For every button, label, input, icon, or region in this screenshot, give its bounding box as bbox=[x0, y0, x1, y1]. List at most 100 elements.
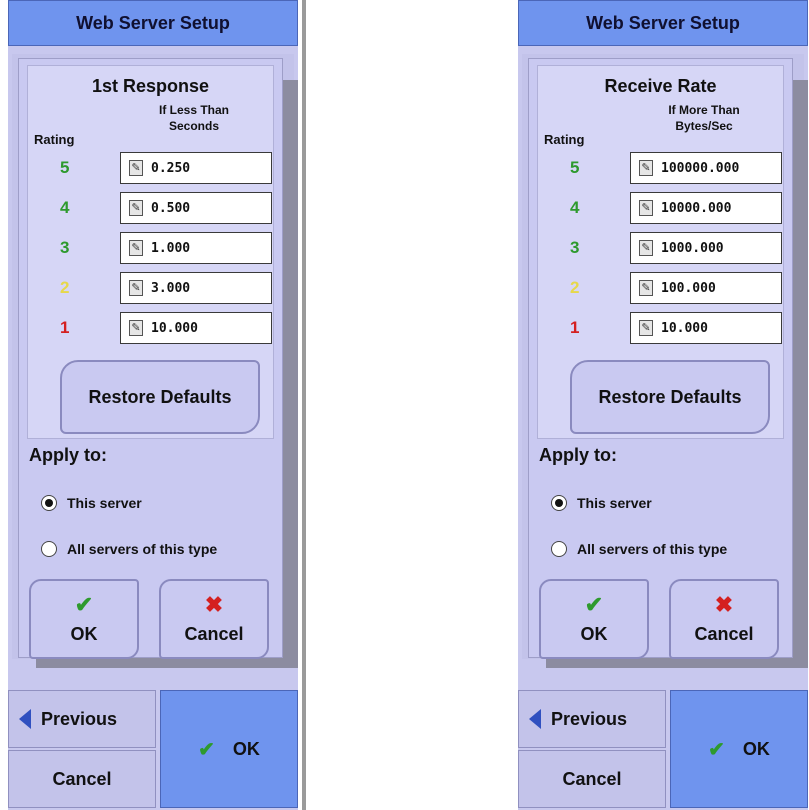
threshold-input[interactable]: ✎ 1.000 bbox=[120, 232, 272, 264]
cancel-label: Cancel bbox=[184, 623, 244, 644]
previous-label: Previous bbox=[41, 708, 118, 729]
radio-button-selected[interactable] bbox=[551, 495, 567, 511]
nav-cancel-button[interactable]: Cancel bbox=[518, 750, 666, 808]
edit-icon[interactable]: ✎ bbox=[639, 160, 653, 176]
restore-defaults-button[interactable]: Restore Defaults bbox=[60, 360, 260, 434]
left-arrow-icon bbox=[529, 709, 541, 729]
column-header: If More Than Bytes/Sec bbox=[624, 102, 784, 134]
edit-icon[interactable]: ✎ bbox=[129, 320, 143, 336]
threshold-value: 3.000 bbox=[151, 280, 191, 296]
edit-icon[interactable]: ✎ bbox=[129, 280, 143, 296]
rating-value: 2 bbox=[570, 278, 580, 297]
threshold-row: 2 ✎ 3.000 bbox=[28, 272, 275, 306]
apply-to-label: Apply to: bbox=[539, 445, 617, 465]
previous-button[interactable]: Previous bbox=[8, 690, 156, 748]
threshold-input[interactable]: ✎ 10.000 bbox=[630, 312, 782, 344]
edit-icon[interactable]: ✎ bbox=[639, 280, 653, 296]
threshold-input[interactable]: ✎ 100000.000 bbox=[630, 152, 782, 184]
checkmark-icon: ✔ bbox=[708, 738, 725, 761]
threshold-row: 3 ✎ 1000.000 bbox=[538, 232, 785, 266]
column-header-line1: If More Than bbox=[668, 103, 740, 117]
threshold-group: Receive Rate If More Than Bytes/Sec Rati… bbox=[537, 65, 784, 439]
x-icon: ✖ bbox=[204, 591, 224, 617]
threshold-row: 4 ✎ 10000.000 bbox=[538, 192, 785, 226]
threshold-row: 1 ✎ 10.000 bbox=[28, 312, 275, 346]
threshold-value: 100.000 bbox=[661, 280, 716, 296]
radio-dot bbox=[45, 499, 53, 507]
column-header-line2: Seconds bbox=[168, 119, 219, 133]
metric-title: 1st Response bbox=[91, 76, 210, 96]
window-title: Web Server Setup bbox=[8, 0, 298, 46]
nav-ok-button[interactable]: ✔ OK bbox=[160, 690, 298, 808]
cancel-button[interactable]: ✖ Cancel bbox=[669, 579, 779, 659]
threshold-group: 1st Response If Less Than Seconds Rating… bbox=[27, 65, 274, 439]
threshold-value: 0.500 bbox=[151, 200, 191, 216]
screen-left: Web Server Setup 1st Response If Less Th… bbox=[8, 0, 306, 810]
column-header: If Less Than Seconds bbox=[114, 102, 274, 134]
previous-label: Previous bbox=[551, 708, 628, 729]
edit-icon[interactable]: ✎ bbox=[639, 240, 653, 256]
edit-icon[interactable]: ✎ bbox=[129, 240, 143, 256]
edit-icon[interactable]: ✎ bbox=[129, 160, 143, 176]
threshold-value: 100000.000 bbox=[661, 160, 740, 176]
radio-dot bbox=[555, 499, 563, 507]
column-header-line2: Bytes/Sec bbox=[675, 119, 733, 133]
rating-value: 1 bbox=[570, 318, 580, 337]
ok-label: OK bbox=[580, 623, 608, 644]
edit-icon[interactable]: ✎ bbox=[639, 200, 653, 216]
radio-all-servers[interactable]: All servers of this type bbox=[41, 537, 217, 561]
radio-button-selected[interactable] bbox=[41, 495, 57, 511]
rating-value: 5 bbox=[60, 158, 70, 177]
radio-label: All servers of this type bbox=[67, 541, 218, 557]
rating-value: 5 bbox=[570, 158, 580, 177]
rating-column-label: Rating bbox=[34, 132, 75, 147]
threshold-row: 5 ✎ 100000.000 bbox=[538, 152, 785, 186]
threshold-input[interactable]: ✎ 100.000 bbox=[630, 272, 782, 304]
rating-value: 3 bbox=[570, 238, 580, 257]
rating-value: 4 bbox=[60, 198, 70, 217]
column-header-line1: If Less Than bbox=[158, 103, 229, 117]
threshold-input[interactable]: ✎ 0.250 bbox=[120, 152, 272, 184]
threshold-input[interactable]: ✎ 10.000 bbox=[120, 312, 272, 344]
edit-icon[interactable]: ✎ bbox=[129, 200, 143, 216]
threshold-input[interactable]: ✎ 1000.000 bbox=[630, 232, 782, 264]
radio-this-server[interactable]: This server bbox=[551, 491, 652, 515]
ok-label: OK bbox=[70, 623, 98, 644]
threshold-row: 5 ✎ 0.250 bbox=[28, 152, 275, 186]
radio-this-server[interactable]: This server bbox=[41, 491, 142, 515]
threshold-dialog: Receive Rate If More Than Bytes/Sec Rati… bbox=[528, 58, 793, 659]
checkmark-icon: ✔ bbox=[74, 591, 94, 617]
metric-title: Receive Rate bbox=[604, 76, 717, 96]
window-title: Web Server Setup bbox=[518, 0, 808, 46]
threshold-input[interactable]: ✎ 10000.000 bbox=[630, 192, 782, 224]
radio-button[interactable] bbox=[41, 541, 57, 557]
checkmark-icon: ✔ bbox=[584, 591, 604, 617]
nav-ok-label: OK bbox=[232, 738, 260, 759]
screen-divider bbox=[302, 0, 306, 810]
threshold-input[interactable]: ✎ 0.500 bbox=[120, 192, 272, 224]
radio-button[interactable] bbox=[551, 541, 567, 557]
nav-cancel-button[interactable]: Cancel bbox=[8, 750, 156, 808]
rating-value: 4 bbox=[570, 198, 580, 217]
ok-button[interactable]: ✔ OK bbox=[539, 579, 649, 659]
ok-button[interactable]: ✔ OK bbox=[29, 579, 139, 659]
left-arrow-icon bbox=[19, 709, 31, 729]
rating-value: 1 bbox=[60, 318, 70, 337]
threshold-row: 1 ✎ 10.000 bbox=[538, 312, 785, 346]
rating-value: 2 bbox=[60, 278, 70, 297]
threshold-row: 3 ✎ 1.000 bbox=[28, 232, 275, 266]
edit-icon[interactable]: ✎ bbox=[639, 320, 653, 336]
radio-all-servers[interactable]: All servers of this type bbox=[551, 537, 727, 561]
checkmark-icon: ✔ bbox=[198, 738, 215, 761]
nav-ok-button[interactable]: ✔ OK bbox=[670, 690, 808, 808]
screen-right: Web Server Setup Receive Rate If More Th… bbox=[518, 0, 808, 810]
rating-value: 3 bbox=[60, 238, 70, 257]
threshold-input[interactable]: ✎ 3.000 bbox=[120, 272, 272, 304]
threshold-row: 4 ✎ 0.500 bbox=[28, 192, 275, 226]
restore-defaults-button[interactable]: Restore Defaults bbox=[570, 360, 770, 434]
radio-label: This server bbox=[67, 495, 142, 511]
x-icon: ✖ bbox=[714, 591, 734, 617]
previous-button[interactable]: Previous bbox=[518, 690, 666, 748]
apply-to-label: Apply to: bbox=[29, 445, 107, 465]
cancel-button[interactable]: ✖ Cancel bbox=[159, 579, 269, 659]
